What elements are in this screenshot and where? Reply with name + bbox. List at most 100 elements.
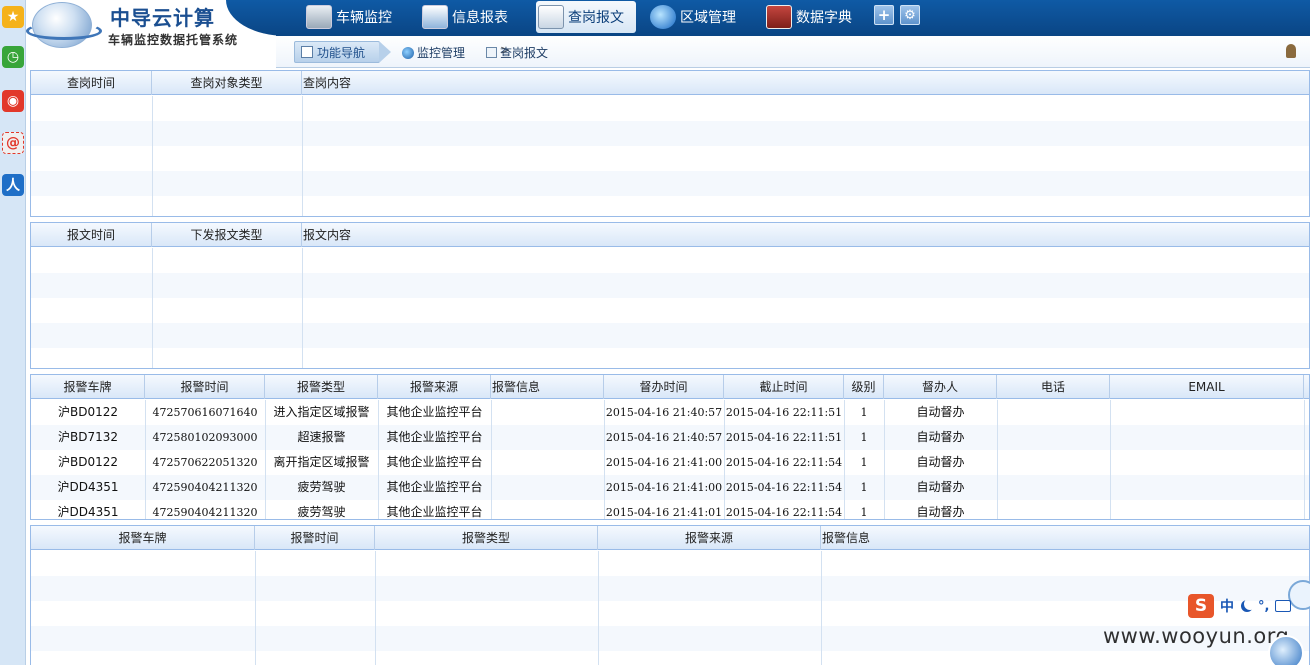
table-row: [31, 196, 1309, 216]
function-navigation-button[interactable]: 功能导航: [294, 41, 391, 63]
table-cell: 2015-04-16 22:11:54: [725, 506, 843, 519]
table-row[interactable]: 沪DD4351 472590404211320 疲劳驾驶 其他企业监控平台 2015-0…: [31, 475, 1309, 500]
table-row: [31, 273, 1309, 298]
column-header[interactable]: 报警信息: [491, 375, 604, 399]
column-divider: [265, 400, 266, 519]
globe-map-icon: [650, 5, 676, 29]
table-row: [31, 298, 1309, 323]
column-header[interactable]: 级别: [844, 375, 884, 399]
column-header[interactable]: 报警车牌: [31, 375, 145, 399]
column-header[interactable]: 截止时间: [724, 375, 844, 399]
user-icon[interactable]: [1286, 44, 1296, 58]
column-header[interactable]: 报警来源: [378, 375, 491, 399]
column-header[interactable]: 报文时间: [31, 223, 152, 247]
table-cell: 沪DD4351: [57, 480, 119, 494]
breadcrumb-inspection-message[interactable]: 查岗报文: [486, 44, 548, 61]
column-header[interactable]: 报警来源: [598, 526, 821, 550]
column-header[interactable]: 督办时间: [604, 375, 724, 399]
table-row: [31, 576, 1309, 601]
column-header[interactable]: 督办人: [884, 375, 997, 399]
message-grid-header: 报文时间 下发报文类型 报文内容: [31, 223, 1309, 247]
table-cell: [491, 500, 604, 519]
table-row[interactable]: 沪DD4351 472590404211320 疲劳驾驶 其他企业监控平台 2015-0…: [31, 500, 1309, 519]
column-header[interactable]: 电话: [997, 375, 1110, 399]
float-action-button[interactable]: [1268, 635, 1304, 665]
table-cell: [1110, 500, 1304, 519]
table-cell: [997, 425, 1110, 450]
column-divider: [145, 400, 146, 519]
nav-info-report[interactable]: 信息报表: [422, 1, 508, 33]
table-cell: [491, 400, 604, 425]
column-header[interactable]: 报警类型: [375, 526, 598, 550]
table-cell: [997, 500, 1110, 519]
favorite-star-icon[interactable]: ★: [2, 6, 24, 28]
input-method-toolbar[interactable]: S 中 °,: [1188, 594, 1306, 618]
column-divider: [1304, 400, 1305, 519]
table-cell: 沪BD0122: [57, 405, 118, 419]
table-cell: [491, 450, 604, 475]
table-cell: 1: [860, 431, 868, 444]
column-divider: [255, 551, 256, 665]
column-header[interactable]: 报警信息: [821, 526, 1309, 550]
table-cell: 沪BD0122: [57, 455, 118, 469]
column-header[interactable]: EMAIL: [1110, 375, 1304, 399]
column-header[interactable]: 报警车牌: [31, 526, 255, 550]
settings-gear-icon[interactable]: ⚙: [900, 5, 920, 25]
navigation-panel-icon: [301, 46, 313, 58]
column-header[interactable]: 报警时间: [145, 375, 265, 399]
column-header[interactable]: 下发报文类型: [152, 223, 302, 247]
breadcrumb-monitor-management[interactable]: 监控管理: [402, 44, 465, 61]
weibo-icon[interactable]: ◉: [2, 90, 24, 112]
add-button[interactable]: +: [874, 5, 894, 25]
ime-mode-label[interactable]: 中: [1220, 596, 1234, 616]
renren-icon[interactable]: 人: [2, 174, 24, 196]
column-divider: [724, 400, 725, 519]
column-header[interactable]: 查岗时间: [31, 71, 152, 95]
column-divider: [884, 400, 885, 519]
column-header[interactable]: 报文内容: [302, 223, 1309, 247]
logo-subtitle: 车辆监控数据托管系统: [108, 33, 239, 47]
table-cell: 沪BD7132: [57, 430, 118, 444]
ime-punctuation[interactable]: °,: [1258, 599, 1269, 614]
dictionary-book-icon: [766, 5, 792, 29]
table-row[interactable]: 沪BD0122 472570622051320 离开指定区域报警 其他企业监控平台 20…: [31, 450, 1309, 475]
table-cell: 1: [860, 406, 868, 419]
table-cell: [1110, 400, 1304, 425]
table-cell: 自动督办: [916, 505, 965, 519]
table-row: [31, 601, 1309, 626]
alarm-grid-header: 报警车牌 报警时间 报警类型 报警来源 报警信息 督办时间 截止时间 级别 督办…: [31, 375, 1309, 399]
table-cell: 疲劳驾驶: [297, 505, 346, 519]
table-cell: 1: [860, 481, 868, 494]
table-row[interactable]: 沪BD7132 472580102093000 超速报警 其他企业监控平台 2015-0…: [31, 425, 1309, 450]
clock-icon[interactable]: ◷: [2, 46, 24, 68]
moon-icon[interactable]: [1244, 598, 1256, 610]
nav-vehicle-monitor[interactable]: 车辆监控: [306, 1, 392, 33]
keyboard-icon[interactable]: [1275, 600, 1292, 612]
table-cell: [1110, 425, 1304, 450]
logo-orbit-icon: [26, 22, 102, 40]
table-cell: 2015-04-16 22:11:51: [725, 406, 843, 419]
column-header[interactable]: 报警时间: [255, 526, 375, 550]
column-header[interactable]: 查岗内容: [302, 71, 1309, 95]
table-row: [31, 348, 1309, 368]
table-cell: 2015-04-16 22:11:51: [725, 431, 843, 444]
table-cell: 472580102093000: [152, 431, 258, 444]
table-row: [31, 248, 1309, 273]
breadcrumb-level2-label: 查岗报文: [500, 46, 549, 60]
column-divider: [491, 400, 492, 519]
table-cell: 2015-04-16 21:40:57: [605, 431, 723, 444]
nav-data-dictionary[interactable]: 数据字典: [766, 1, 852, 33]
table-cell: 自动督办: [916, 405, 965, 419]
column-header[interactable]: 报警类型: [265, 375, 378, 399]
email-icon[interactable]: @: [2, 132, 24, 154]
table-row[interactable]: 沪BD0122 472570616071640 进入指定区域报警 其他企业监控平台 20…: [31, 400, 1309, 425]
table-cell: 进入指定区域报警: [273, 405, 370, 419]
nav-inspection-message[interactable]: 查岗报文: [536, 1, 636, 33]
column-header[interactable]: 查岗对象类型: [152, 71, 302, 95]
message-grid: 报文时间 下发报文类型 报文内容: [30, 222, 1310, 369]
table-cell: [997, 475, 1110, 500]
table-cell: 2015-04-16 22:11:54: [725, 456, 843, 469]
watermark: www.wooyun.org: [1103, 624, 1290, 648]
nav-area-management[interactable]: 区域管理: [650, 1, 736, 33]
table-cell: 自动督办: [916, 430, 965, 444]
